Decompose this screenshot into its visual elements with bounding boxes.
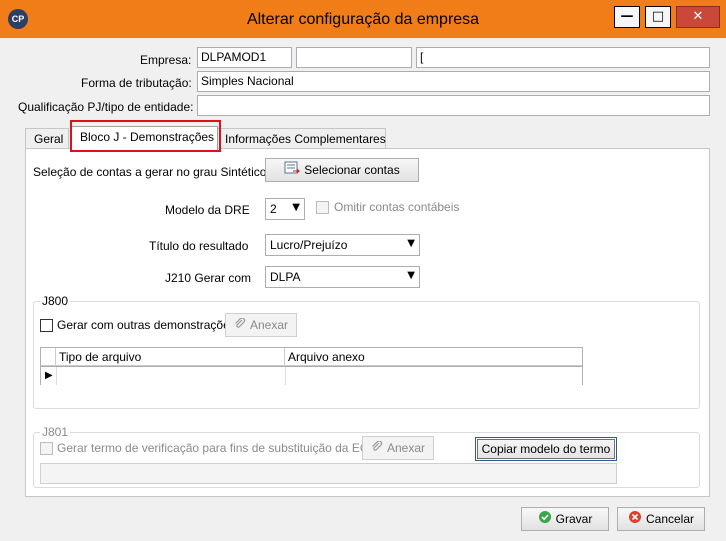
j210-select[interactable]: DLPA ▼ bbox=[265, 266, 420, 288]
tab-informacoes-complementares[interactable]: Informações Complementares bbox=[216, 128, 386, 150]
minimize-button[interactable]: — bbox=[614, 6, 640, 28]
gravar-label: Gravar bbox=[555, 512, 593, 526]
column-header-arquivo[interactable]: Arquivo anexo bbox=[285, 348, 582, 366]
gerar-outras-demonstracoes-label: Gerar com outras demonstrações bbox=[57, 318, 236, 332]
dialog-content: Empresa: DLPAMOD1 [ Forma de tributação:… bbox=[0, 38, 726, 541]
tab-panel-bloco-j: Seleção de contas a gerar no grau Sintét… bbox=[25, 148, 710, 497]
row-selector-header bbox=[41, 348, 56, 366]
close-button[interactable]: ✕ bbox=[676, 6, 720, 28]
j800-title: J800 bbox=[40, 294, 71, 308]
empresa-label: Empresa: bbox=[140, 53, 192, 67]
gerar-termo-checkbox[interactable] bbox=[40, 442, 53, 455]
cancel-circle-icon bbox=[628, 509, 642, 531]
j210-label: J210 Gerar com bbox=[165, 271, 252, 285]
maximize-button[interactable]: □ bbox=[645, 6, 671, 28]
empresa-code-field[interactable]: DLPAMOD1 bbox=[197, 47, 292, 68]
paperclip-icon bbox=[371, 438, 383, 460]
copiar-modelo-button[interactable]: Copiar modelo do termo bbox=[475, 437, 617, 461]
cancelar-label: Cancelar bbox=[645, 512, 695, 526]
j801-file-path-field[interactable] bbox=[40, 463, 617, 484]
column-header-tipo[interactable]: Tipo de arquivo bbox=[56, 348, 285, 366]
modelo-dre-value: 2 bbox=[270, 202, 277, 216]
cancelar-button[interactable]: Cancelar bbox=[617, 507, 705, 531]
omitir-contas-label: Omitir contas contábeis bbox=[334, 200, 460, 214]
chevron-down-icon: ▼ bbox=[407, 270, 415, 281]
titulo-resultado-value: Lucro/Prejuízo bbox=[270, 238, 348, 252]
qualificacao-field[interactable] bbox=[197, 95, 710, 116]
titulo-resultado-select[interactable]: Lucro/Prejuízo ▼ bbox=[265, 234, 420, 256]
empresa-name-field[interactable]: [ bbox=[416, 47, 710, 68]
j801-group: J801 Gerar termo de verificação para fin… bbox=[33, 425, 700, 488]
j800-anexar-label: Anexar bbox=[249, 318, 289, 332]
j801-title: J801 bbox=[40, 425, 71, 439]
forma-tributacao-label: Forma de tributação: bbox=[81, 76, 192, 90]
selecionar-contas-label: Selecionar contas bbox=[304, 163, 400, 177]
j210-value: DLPA bbox=[270, 270, 301, 284]
gerar-termo-label: Gerar termo de verificação para fins de … bbox=[57, 441, 378, 455]
tab-bloco-j[interactable]: Bloco J - Demonstrações bbox=[71, 126, 218, 150]
forma-tributacao-field[interactable]: Simples Nacional bbox=[197, 71, 710, 92]
paperclip-icon bbox=[234, 315, 246, 337]
row-divider bbox=[285, 367, 286, 385]
chevron-down-icon: ▼ bbox=[407, 238, 415, 249]
selecao-contas-label: Seleção de contas a gerar no grau Sintét… bbox=[33, 165, 267, 179]
check-circle-icon bbox=[538, 509, 552, 531]
row-divider bbox=[56, 367, 57, 385]
title-bar[interactable]: CP Alterar configuração da empresa — □ ✕ bbox=[0, 0, 726, 38]
current-row-indicator-icon: ▶ bbox=[45, 370, 53, 381]
chevron-down-icon: ▼ bbox=[292, 202, 300, 213]
titulo-resultado-label: Título do resultado bbox=[149, 239, 249, 253]
omitir-contas-checkbox[interactable] bbox=[316, 201, 329, 214]
tab-geral[interactable]: Geral bbox=[25, 128, 69, 150]
empresa-field-2[interactable] bbox=[296, 47, 412, 68]
j800-group: J800 Gerar com outras demonstrações Anex… bbox=[33, 294, 700, 409]
qualificacao-label: Qualificação PJ/tipo de entidade: bbox=[18, 100, 194, 114]
modelo-dre-select[interactable]: 2 ▼ bbox=[265, 198, 305, 220]
selecionar-contas-button[interactable]: Selecionar contas bbox=[265, 158, 419, 182]
table-row[interactable]: ▶ bbox=[41, 367, 582, 385]
j801-anexar-button[interactable]: Anexar bbox=[362, 436, 434, 460]
modelo-dre-label: Modelo da DRE bbox=[165, 203, 250, 217]
j801-anexar-label: Anexar bbox=[386, 441, 426, 455]
gerar-outras-demonstracoes-checkbox[interactable] bbox=[40, 319, 53, 332]
gravar-button[interactable]: Gravar bbox=[521, 507, 609, 531]
j800-attachments-table: Tipo de arquivo Arquivo anexo ▶ bbox=[40, 347, 583, 385]
select-list-icon bbox=[284, 160, 301, 182]
j800-anexar-button[interactable]: Anexar bbox=[225, 313, 297, 337]
